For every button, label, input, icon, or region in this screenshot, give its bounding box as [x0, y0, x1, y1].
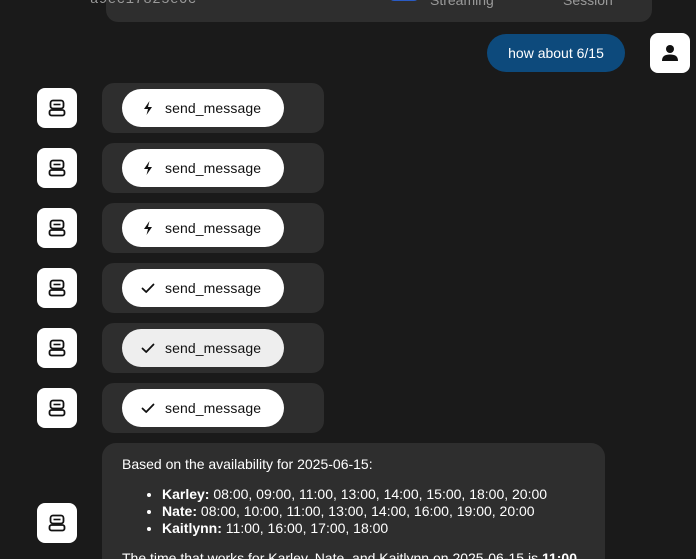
robot-icon [48, 219, 66, 237]
assistant-avatar [37, 88, 77, 128]
person-times: 08:00, 09:00, 11:00, 13:00, 14:00, 15:00… [213, 486, 548, 502]
robot-icon [48, 514, 66, 532]
assistant-avatar [37, 148, 77, 188]
person-name: Karley: [162, 486, 210, 502]
user-message-bubble: how about 6/15 [487, 34, 625, 72]
check-icon [141, 403, 155, 413]
check-icon [141, 343, 155, 353]
answer-intro: Based on the availability for 2025-06-15… [122, 456, 373, 472]
tool-status-icon [140, 400, 156, 416]
tool-call-label: send_message [165, 220, 262, 236]
lightning-icon [144, 221, 152, 235]
conclusion-time: 11:00 [541, 550, 577, 559]
robot-icon [48, 99, 66, 117]
tool-call-button[interactable]: send_message [122, 209, 284, 247]
assistant-answer-card: Based on the availability for 2025-06-15… [102, 443, 605, 559]
check-icon [141, 283, 155, 293]
robot-icon [48, 279, 66, 297]
tool-call-label: send_message [165, 160, 262, 176]
tool-call-button[interactable]: send_message [122, 389, 284, 427]
tool-status-icon [140, 100, 156, 116]
user-message-text: how about 6/15 [508, 45, 604, 61]
assistant-avatar [37, 503, 77, 543]
tool-call-card: send_message [102, 263, 324, 313]
tool-call-card: send_message [102, 383, 324, 433]
tool-call-label: send_message [165, 400, 262, 416]
assistant-avatar [37, 388, 77, 428]
tool-status-icon [140, 280, 156, 296]
streaming-toggle[interactable] [389, 0, 419, 1]
tool-call-label: send_message [165, 280, 262, 296]
user-avatar [650, 33, 690, 73]
assistant-avatar [37, 328, 77, 368]
person-icon [662, 45, 678, 61]
answer-conclusion: The time that works for Karley, Nate, an… [122, 550, 585, 559]
robot-icon [48, 159, 66, 177]
session-label: Session [563, 0, 613, 8]
availability-item: Kaitlynn: 11:00, 16:00, 17:00, 18:00 [162, 520, 585, 537]
person-name: Nate: [162, 503, 198, 519]
tool-status-icon [140, 220, 156, 236]
tool-call-button[interactable]: send_message [122, 329, 284, 367]
conclusion-text: The time that works for Karley, Nate, an… [122, 550, 542, 559]
robot-icon [48, 399, 66, 417]
person-times: 08:00, 10:00, 11:00, 13:00, 14:00, 16:00… [200, 503, 535, 519]
tool-call-card: send_message [102, 83, 324, 133]
lightning-icon [144, 101, 152, 115]
tool-call-button[interactable]: send_message [122, 89, 284, 127]
assistant-avatar [37, 208, 77, 248]
lightning-icon [144, 161, 152, 175]
tool-status-icon [140, 340, 156, 356]
tool-call-button[interactable]: send_message [122, 149, 284, 187]
tool-call-card: send_message [102, 323, 324, 373]
assistant-avatar [37, 268, 77, 308]
tool-call-label: send_message [165, 100, 262, 116]
person-name: Kaitlynn: [162, 520, 222, 536]
tool-status-icon [140, 160, 156, 176]
availability-list: Karley: 08:00, 09:00, 11:00, 13:00, 14:0… [122, 486, 585, 537]
session-id: a9ec17825e0c [90, 0, 197, 8]
person-times: 11:00, 16:00, 17:00, 18:00 [225, 520, 389, 536]
tool-call-card: send_message [102, 143, 324, 193]
tool-call-button[interactable]: send_message [122, 269, 284, 307]
tool-call-card: send_message [102, 203, 324, 253]
chat-page: a9ec17825e0c Streaming Session how about… [0, 0, 696, 559]
availability-item: Karley: 08:00, 09:00, 11:00, 13:00, 14:0… [162, 486, 585, 503]
streaming-label: Streaming [430, 0, 494, 8]
availability-item: Nate: 08:00, 10:00, 11:00, 13:00, 14:00,… [162, 503, 585, 520]
robot-icon [48, 339, 66, 357]
tool-call-label: send_message [165, 340, 262, 356]
